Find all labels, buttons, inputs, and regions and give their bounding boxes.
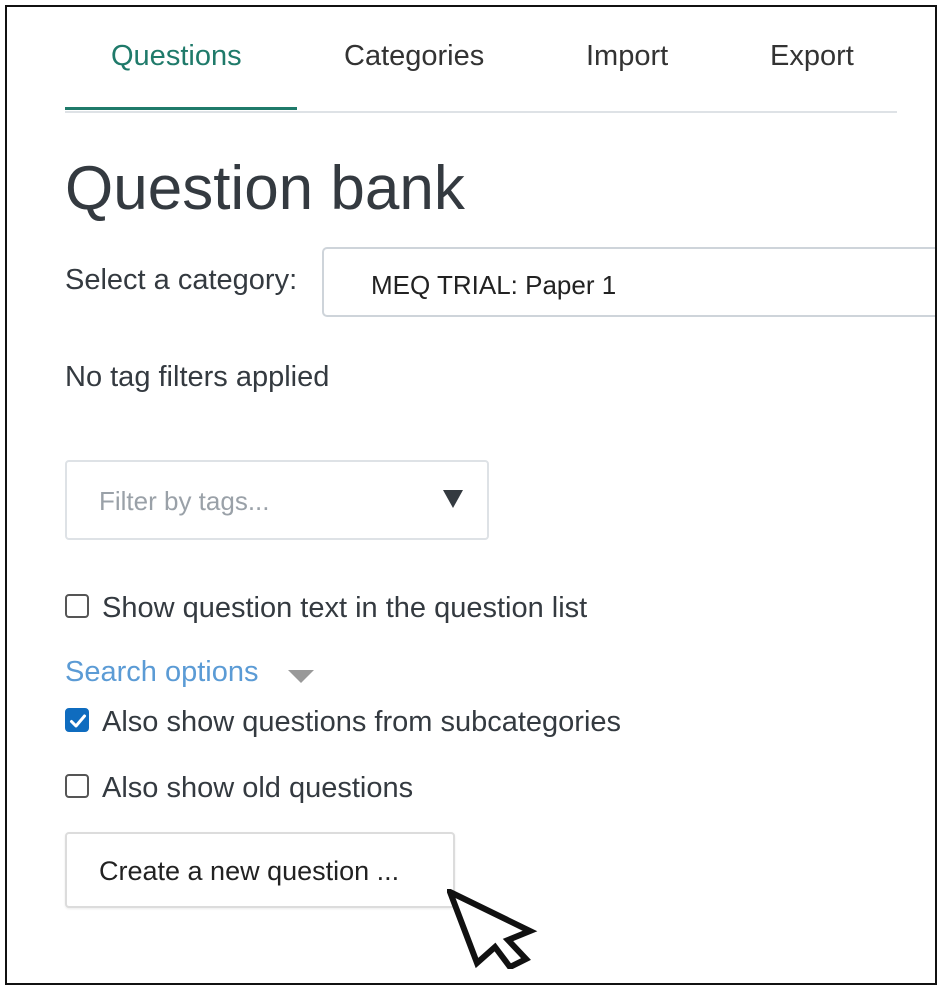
subcategories-label: Also show questions from subcategories — [102, 706, 622, 738]
page-title: Question bank — [65, 154, 465, 223]
create-new-question-label: Create a new question ... — [99, 856, 400, 886]
tab-categories[interactable]: Categories — [344, 40, 484, 73]
show-question-text-label: Show question text in the question list — [102, 592, 588, 624]
tab-questions[interactable]: Questions — [111, 40, 242, 73]
tab-bar: Questions Categories Import Export — [65, 7, 897, 113]
create-new-question-button[interactable]: Create a new question ... — [65, 832, 455, 908]
show-question-text-checkbox[interactable] — [65, 594, 89, 618]
tag-filter-input[interactable]: Filter by tags... — [65, 460, 489, 540]
checkmark-icon — [70, 714, 86, 728]
category-select[interactable]: MEQ TRIAL: Paper 1 — [322, 247, 935, 317]
tab-export[interactable]: Export — [770, 40, 854, 73]
old-questions-label: Also show old questions — [102, 772, 414, 804]
subcategories-checkbox[interactable] — [65, 708, 89, 732]
caret-down-icon[interactable] — [443, 490, 463, 508]
mouse-cursor-icon — [447, 889, 538, 969]
question-bank-window: Questions Categories Import Export Quest… — [5, 5, 937, 985]
tab-import[interactable]: Import — [586, 40, 668, 73]
category-selected-value: MEQ TRIAL: Paper 1 — [371, 270, 617, 300]
search-options-label: Search options — [65, 656, 259, 688]
old-questions-checkbox[interactable] — [65, 774, 89, 798]
active-tab-indicator — [65, 107, 297, 110]
tag-filter-placeholder: Filter by tags... — [99, 486, 270, 516]
search-options-toggle[interactable]: Search options — [65, 656, 314, 689]
tag-filter-status: No tag filters applied — [65, 361, 330, 393]
category-label: Select a category: — [65, 264, 298, 296]
caret-down-icon — [288, 670, 314, 683]
